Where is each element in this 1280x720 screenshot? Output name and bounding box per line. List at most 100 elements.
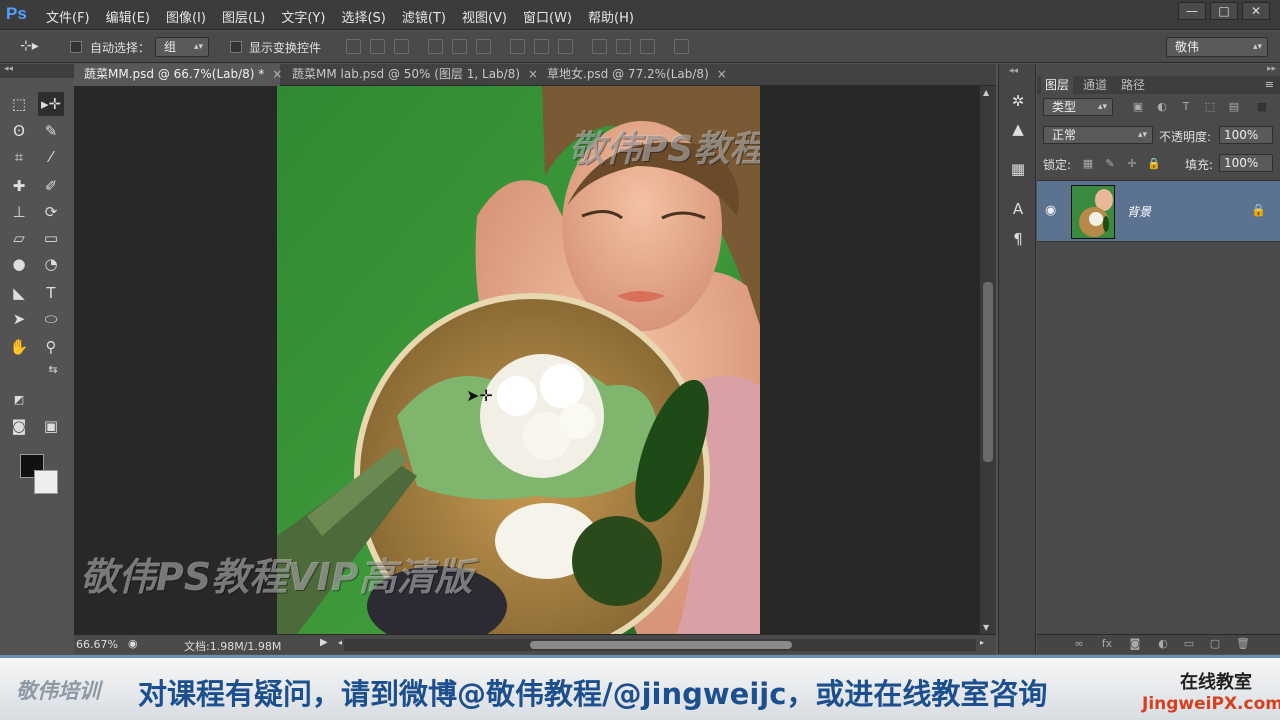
visibility-eye-icon[interactable]: ◉ bbox=[1045, 203, 1056, 218]
properties-icon[interactable]: ▦ bbox=[1007, 158, 1029, 180]
close-tab-icon[interactable]: × bbox=[717, 67, 727, 81]
healing-brush-tool-icon[interactable]: ✚ bbox=[6, 174, 32, 198]
navigator-icon[interactable]: ✲ bbox=[1007, 90, 1029, 112]
zoom-tool-icon[interactable]: ⚲ bbox=[38, 335, 64, 359]
pen-tool-icon[interactable]: ◣ bbox=[6, 281, 32, 305]
eyedropper-tool-icon[interactable]: ⁄ bbox=[38, 145, 64, 169]
filter-smart-object-icon[interactable]: ▤ bbox=[1227, 100, 1241, 114]
move-tool-preset-icon[interactable]: ⊹▸ bbox=[20, 38, 44, 56]
maximize-button[interactable]: □ bbox=[1210, 2, 1238, 20]
filter-type-icon[interactable]: T bbox=[1179, 100, 1193, 114]
marquee-tool-icon[interactable]: ⬚ bbox=[6, 92, 32, 116]
filter-shape-icon[interactable]: ⬚ bbox=[1203, 100, 1217, 114]
eraser-tool-icon[interactable]: ▱ bbox=[6, 226, 32, 250]
fill-input[interactable]: 100% bbox=[1219, 154, 1273, 172]
show-transform-checkbox[interactable] bbox=[230, 41, 242, 53]
menu-window[interactable]: 窗口(W) bbox=[523, 7, 572, 26]
canvas-area[interactable]: 敬伟PS教程VIP高清版 敬伟PS教程VIP高清版 ➤✛ bbox=[74, 86, 980, 634]
scroll-up-icon[interactable]: ▲ bbox=[983, 88, 989, 97]
horizontal-scrollbar[interactable]: ◂ ▸ bbox=[338, 638, 984, 651]
type-tool-icon[interactable]: T bbox=[38, 281, 64, 305]
lasso-tool-icon[interactable]: ʘ bbox=[6, 119, 32, 143]
lock-all-icon[interactable]: 🔒 bbox=[1147, 157, 1161, 171]
screen-mode-icon[interactable]: ▣ bbox=[38, 414, 64, 438]
blend-mode-dropdown[interactable]: 正常 ▴▾ bbox=[1043, 126, 1153, 144]
move-tool-icon[interactable]: ▸✛ bbox=[38, 92, 64, 116]
menu-help[interactable]: 帮助(H) bbox=[588, 7, 634, 26]
align-left-icon[interactable] bbox=[428, 39, 443, 54]
ellipse-tool-icon[interactable]: ⬭ bbox=[38, 307, 64, 331]
scroll-down-icon[interactable]: ▼ bbox=[983, 623, 989, 632]
menu-filter[interactable]: 滤镜(T) bbox=[402, 7, 446, 26]
distribute-left-icon[interactable] bbox=[592, 39, 607, 54]
scroll-right-icon[interactable]: ▸ bbox=[980, 638, 984, 647]
menu-image[interactable]: 图像(I) bbox=[166, 7, 206, 26]
menu-edit[interactable]: 编辑(E) bbox=[106, 7, 150, 26]
dodge-tool-icon[interactable]: ◔ bbox=[38, 252, 64, 276]
align-top-icon[interactable] bbox=[346, 39, 361, 54]
character-icon[interactable]: A bbox=[1007, 198, 1029, 220]
quick-mask-icon[interactable]: ◙ bbox=[6, 414, 32, 438]
auto-select-dropdown[interactable]: 组 ▴▾ bbox=[155, 37, 209, 57]
clone-stamp-tool-icon[interactable]: ⊥ bbox=[6, 200, 32, 224]
auto-select-checkbox[interactable] bbox=[70, 41, 82, 53]
tab-grass-woman[interactable]: 草地女.psd @ 77.2%(Lab/8) × bbox=[537, 64, 727, 86]
distribute-bottom-icon[interactable] bbox=[558, 39, 573, 54]
new-group-icon[interactable]: ▭ bbox=[1181, 637, 1197, 653]
default-colors-icon[interactable]: ◩ bbox=[6, 388, 32, 412]
panel-collapse-icon[interactable]: ▸▸ bbox=[1267, 64, 1276, 74]
hand-tool-icon[interactable]: ✋ bbox=[6, 335, 32, 359]
lock-transparent-icon[interactable]: ▦ bbox=[1081, 157, 1095, 171]
layer-style-icon[interactable]: fx bbox=[1099, 637, 1115, 653]
filter-adjustment-icon[interactable]: ◐ bbox=[1155, 100, 1169, 114]
filter-toggle-icon[interactable]: ■ bbox=[1255, 100, 1269, 114]
workspace-dropdown[interactable]: 敬伟 ▴▾ bbox=[1166, 37, 1268, 57]
gradient-tool-icon[interactable]: ▭ bbox=[38, 226, 64, 250]
vertical-scrollbar[interactable]: ▲ ▼ bbox=[980, 86, 996, 634]
lock-pixels-icon[interactable]: ✎ bbox=[1103, 157, 1117, 171]
add-mask-icon[interactable]: ◙ bbox=[1127, 637, 1143, 653]
zoom-level[interactable]: 66.67% bbox=[76, 638, 118, 651]
align-vcenter-icon[interactable] bbox=[370, 39, 385, 54]
auto-align-icon[interactable] bbox=[674, 39, 689, 54]
background-color-swatch[interactable] bbox=[34, 470, 58, 494]
status-info-icon[interactable]: ◉ bbox=[128, 637, 138, 650]
tab-paths[interactable]: 路径 bbox=[1121, 76, 1145, 94]
new-layer-icon[interactable]: ▢ bbox=[1207, 637, 1223, 653]
menu-select[interactable]: 选择(S) bbox=[341, 7, 385, 26]
minimize-button[interactable]: — bbox=[1178, 2, 1206, 20]
menu-file[interactable]: 文件(F) bbox=[46, 7, 90, 26]
layer-filter-dropdown[interactable]: 类型 ▴▾ bbox=[1043, 98, 1113, 116]
align-hcenter-icon[interactable] bbox=[452, 39, 467, 54]
history-brush-tool-icon[interactable]: ⟳ bbox=[38, 200, 64, 224]
crop-tool-icon[interactable]: ⌗ bbox=[6, 145, 32, 169]
path-select-tool-icon[interactable]: ➤ bbox=[6, 307, 32, 331]
panel-menu-icon[interactable]: ≡ bbox=[1265, 78, 1274, 91]
paragraph-icon[interactable]: ¶ bbox=[1007, 228, 1029, 250]
delete-layer-icon[interactable]: 🗑 bbox=[1235, 637, 1251, 653]
scroll-left-icon[interactable]: ◂ bbox=[338, 638, 342, 647]
align-bottom-icon[interactable] bbox=[394, 39, 409, 54]
adjustment-layer-icon[interactable]: ◐ bbox=[1155, 637, 1171, 653]
align-right-icon[interactable] bbox=[476, 39, 491, 54]
blur-tool-icon[interactable]: ● bbox=[6, 252, 32, 276]
lock-position-icon[interactable]: ✛ bbox=[1125, 157, 1139, 171]
close-tab-icon[interactable]: × bbox=[272, 67, 282, 81]
distribute-vcenter-icon[interactable] bbox=[534, 39, 549, 54]
distribute-top-icon[interactable] bbox=[510, 39, 525, 54]
link-layers-icon[interactable]: ∞ bbox=[1071, 637, 1087, 653]
layer-name[interactable]: 背景 bbox=[1127, 203, 1151, 220]
menu-type[interactable]: 文字(Y) bbox=[281, 7, 325, 26]
distribute-right-icon[interactable] bbox=[640, 39, 655, 54]
tab-channels[interactable]: 通道 bbox=[1083, 76, 1107, 94]
menu-layer[interactable]: 图层(L) bbox=[222, 7, 265, 26]
toolbox-collapse-handle[interactable]: ◂◂ bbox=[0, 64, 74, 78]
brush-tool-icon[interactable]: ✐ bbox=[38, 174, 64, 198]
status-menu-arrow-icon[interactable]: ▶ bbox=[320, 637, 328, 648]
banner-site-link[interactable]: JingweiPX.com bbox=[1142, 694, 1280, 714]
close-button[interactable]: ✕ bbox=[1242, 2, 1270, 20]
swap-colors-icon[interactable]: ⇆ bbox=[40, 358, 66, 382]
histogram-icon[interactable]: ▲ bbox=[1007, 118, 1029, 140]
quick-select-tool-icon[interactable]: ✎ bbox=[38, 119, 64, 143]
menu-view[interactable]: 视图(V) bbox=[462, 7, 507, 26]
